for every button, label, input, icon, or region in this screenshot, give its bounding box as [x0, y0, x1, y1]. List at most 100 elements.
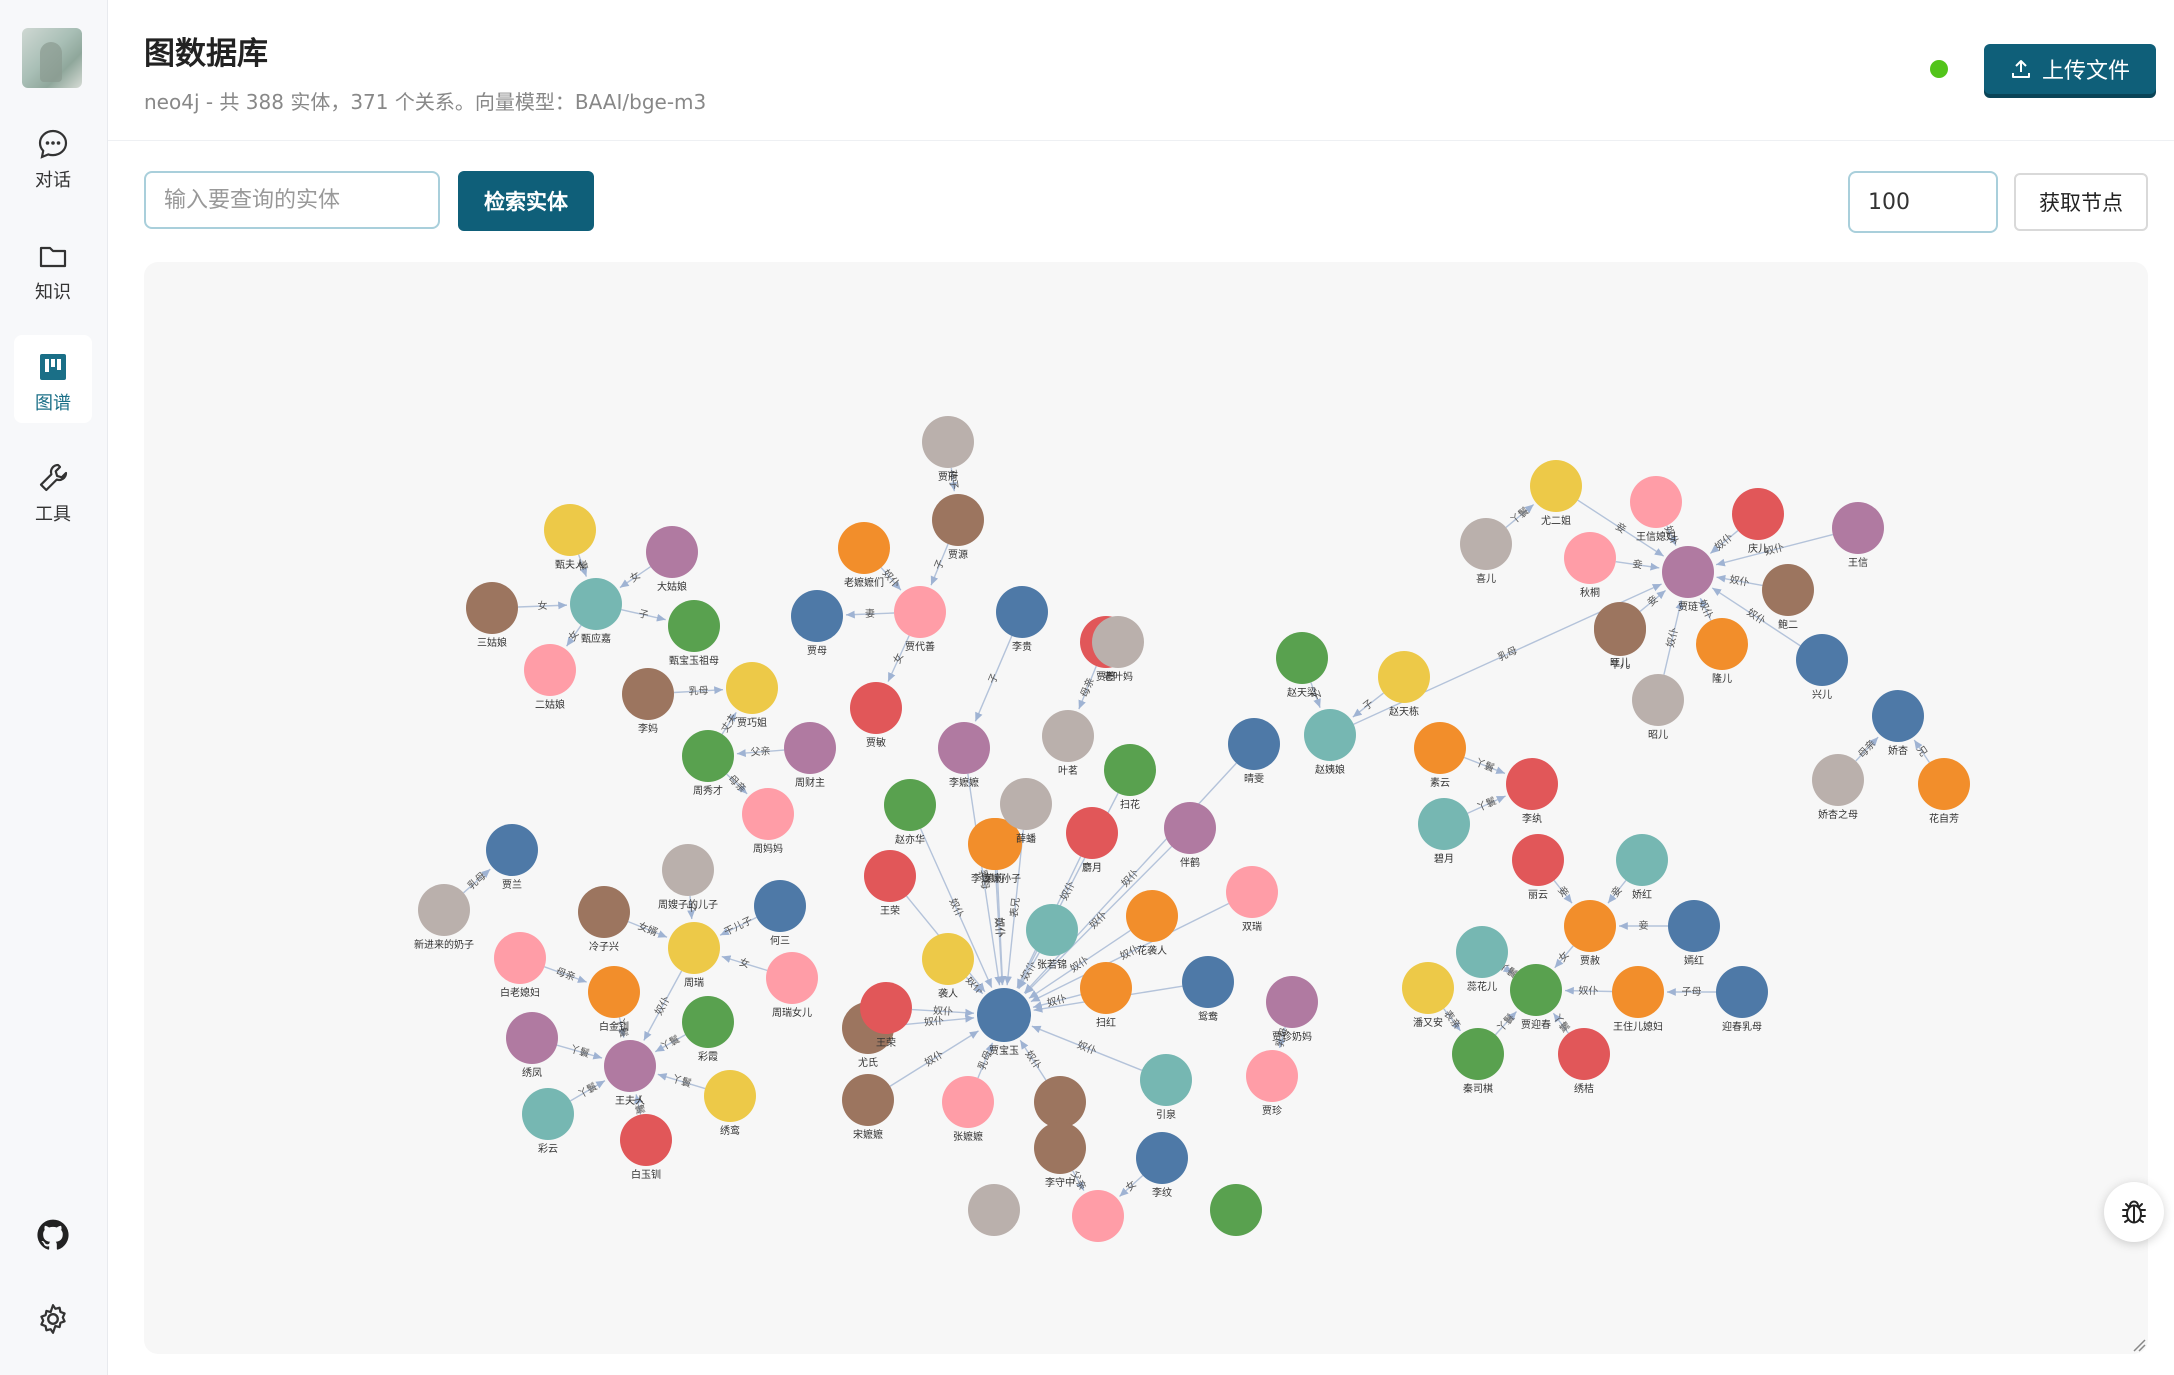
node-circle[interactable] [578, 886, 630, 938]
node-circle[interactable] [1042, 710, 1094, 762]
node-circle[interactable] [1026, 904, 1078, 956]
graph-node[interactable]: 何三 [754, 880, 806, 947]
node-circle[interactable] [1210, 1184, 1262, 1236]
node-circle[interactable] [726, 662, 778, 714]
graph-node[interactable]: 赵亦华 [884, 779, 936, 846]
node-circle[interactable] [1616, 834, 1668, 886]
graph-node[interactable]: 贾宝玉 [977, 988, 1031, 1057]
node-circle[interactable] [784, 722, 836, 774]
graph-node[interactable]: 赵天栋 [1378, 651, 1430, 718]
graph-node[interactable] [1072, 1190, 1124, 1242]
node-circle[interactable] [1762, 564, 1814, 616]
graph-node[interactable]: 娇杏之母 [1812, 754, 1864, 821]
node-circle[interactable] [968, 1184, 1020, 1236]
node-circle[interactable] [1140, 1054, 1192, 1106]
graph-node[interactable]: 李纨 [1506, 758, 1558, 825]
graph-node[interactable]: 叶茗 [1042, 710, 1094, 777]
graph-node[interactable]: 贾源 [932, 494, 984, 561]
graph-node[interactable]: 双瑞 [1226, 866, 1278, 933]
node-circle[interactable] [524, 644, 576, 696]
graph-node[interactable]: 甄宝玉祖母 [668, 600, 720, 667]
graph-node[interactable] [1210, 1184, 1262, 1236]
graph-node[interactable]: 王信 [1832, 502, 1884, 569]
node-circle[interactable] [620, 1114, 672, 1166]
node-circle[interactable] [1080, 962, 1132, 1014]
graph-node[interactable]: 宋嬷嬷 [842, 1074, 894, 1141]
graph-node[interactable]: 蕊花儿 [1456, 926, 1508, 993]
graph-node[interactable]: 李妈 [622, 668, 674, 735]
graph-node[interactable]: 扫红 [1080, 962, 1132, 1029]
graph-node[interactable]: 麝月 [1066, 807, 1118, 874]
graph-node[interactable]: 绣桔 [1558, 1028, 1610, 1095]
graph-node[interactable]: 彩霞 [682, 996, 734, 1063]
node-circle[interactable] [1872, 690, 1924, 742]
graph-node[interactable]: 昭儿 [1632, 674, 1684, 741]
node-circle[interactable] [1000, 778, 1052, 830]
node-circle[interactable] [766, 952, 818, 1004]
graph-node[interactable]: 大姑娘 [646, 526, 698, 593]
node-circle[interactable] [791, 590, 843, 642]
node-circle[interactable] [588, 966, 640, 1018]
node-circle[interactable] [922, 416, 974, 468]
node-circle[interactable] [1832, 502, 1884, 554]
graph-node[interactable]: 甄夫人 [544, 504, 596, 571]
graph-node[interactable]: 贾赦 [1564, 900, 1616, 967]
node-circle[interactable] [1066, 807, 1118, 859]
graph-node[interactable]: 赵天梁 [1276, 632, 1328, 699]
node-circle[interactable] [1630, 476, 1682, 528]
node-circle[interactable] [922, 933, 974, 985]
node-circle[interactable] [522, 1088, 574, 1140]
graph-node[interactable]: 素云 [1414, 722, 1466, 789]
node-circle[interactable] [662, 844, 714, 896]
node-circle[interactable] [1228, 718, 1280, 770]
node-circle[interactable] [860, 982, 912, 1034]
node-circle[interactable] [1506, 758, 1558, 810]
graph-node[interactable]: 周嫂子的儿子 [658, 844, 718, 911]
node-circle[interactable] [1594, 604, 1646, 656]
graph-node[interactable]: 周瑞女儿 [766, 952, 818, 1019]
entity-search-input[interactable] [144, 171, 440, 229]
node-circle[interactable] [1716, 966, 1768, 1018]
graph-node[interactable]: 周财主 [784, 722, 836, 789]
node-circle[interactable] [1136, 1132, 1188, 1184]
graph-node[interactable]: 三姑娘 [466, 582, 518, 649]
node-circle[interactable] [1796, 634, 1848, 686]
node-circle[interactable] [1246, 1050, 1298, 1102]
graph-node[interactable]: 周妈妈 [742, 788, 794, 855]
graph-node[interactable]: 兴儿 [1796, 634, 1848, 701]
node-circle[interactable] [1632, 674, 1684, 726]
resize-handle-icon[interactable] [2130, 1336, 2146, 1352]
node-circle[interactable] [1530, 460, 1582, 512]
node-circle[interactable] [1564, 900, 1616, 952]
graph-node[interactable]: 贾敏 [850, 682, 902, 749]
nav-item-chat[interactable]: 对话 [14, 112, 92, 200]
node-circle[interactable] [1732, 488, 1784, 540]
node-circle[interactable] [1378, 651, 1430, 703]
node-circle[interactable] [682, 996, 734, 1048]
graph-node[interactable]: 贾母 [791, 590, 843, 657]
graph-node[interactable]: 袭人 [922, 933, 974, 1000]
graph-node[interactable]: 王荣 [864, 850, 916, 917]
node-circle[interactable] [1696, 618, 1748, 670]
graph-node[interactable]: 迎春乳母 [1716, 966, 1768, 1033]
node-circle[interactable] [850, 682, 902, 734]
node-circle[interactable] [1456, 926, 1508, 978]
node-circle[interactable] [1612, 966, 1664, 1018]
node-circle[interactable] [466, 582, 518, 634]
node-circle[interactable] [668, 600, 720, 652]
graph-node[interactable]: 引泉 [1140, 1054, 1192, 1121]
graph-node[interactable]: 平儿 [1594, 604, 1646, 671]
graph-node[interactable]: 隆儿 [1696, 618, 1748, 685]
node-circle[interactable] [668, 922, 720, 974]
graph-node[interactable]: 秦司棋 [1452, 1028, 1504, 1095]
node-circle[interactable] [682, 730, 734, 782]
node-circle[interactable] [842, 1074, 894, 1126]
node-circle[interactable] [977, 988, 1031, 1042]
graph-node[interactable] [968, 1184, 1020, 1236]
node-circle[interactable] [1512, 834, 1564, 886]
graph-node[interactable]: 王住儿媳妇 [1612, 966, 1664, 1033]
graph-node[interactable]: 彩云 [522, 1088, 574, 1155]
github-icon[interactable] [36, 1218, 70, 1252]
graph-node[interactable]: 王信媳妇 [1630, 476, 1682, 543]
graph-node[interactable]: 贾珍奶妈 [1266, 976, 1318, 1043]
